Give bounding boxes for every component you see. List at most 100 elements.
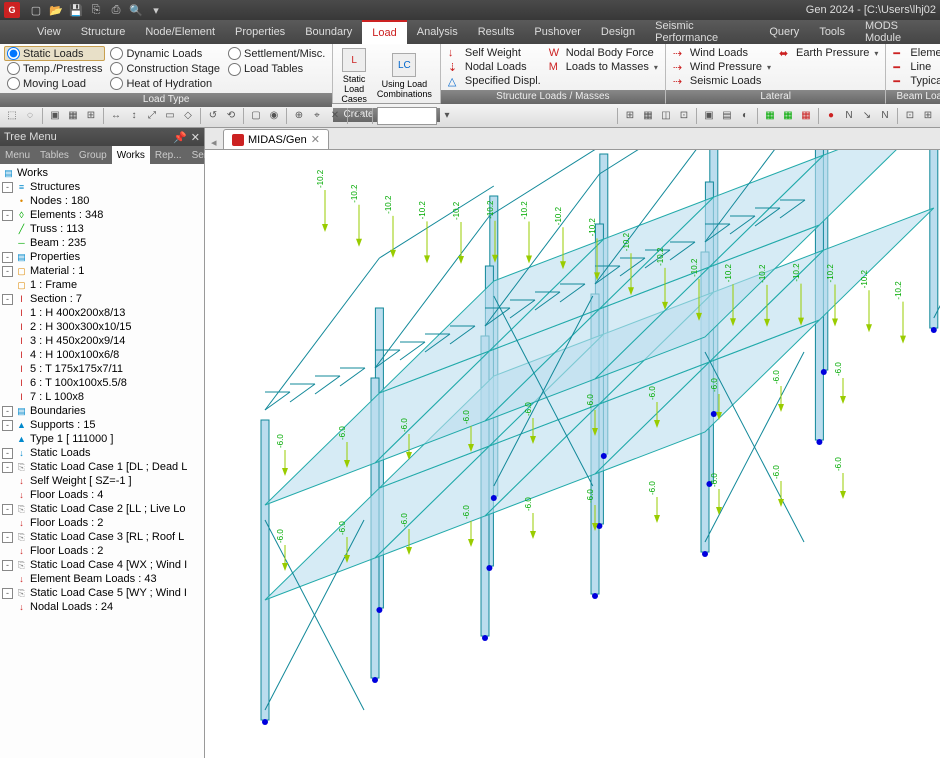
tb-icon[interactable]: ◫ [658,108,674,124]
tab-scroll-left-icon[interactable]: ◂ [211,136,223,149]
tb-icon[interactable]: ⊞ [920,108,936,124]
tb-icon[interactable]: ⬚ [4,108,20,124]
tree-tab-rep[interactable]: Rep... [150,146,187,164]
tree-load-case[interactable]: -⎘Static Load Case 1 [DL ; Dead L [2,460,202,474]
tree-load-case-child[interactable]: ↓Nodal Loads : 24 [2,600,202,614]
tb-icon[interactable]: ▣ [701,108,717,124]
earth-pressure-button[interactable]: ⬌Earth Pressure▾ [776,46,881,60]
seismic-loads-button[interactable]: ⇢Seismic Loads [670,74,774,88]
tb-icon[interactable]: ↕ [126,108,142,124]
typical-beam-button[interactable]: ━Typical [890,74,940,88]
menu-structure[interactable]: Structure [71,20,136,44]
nodal-body-force-button[interactable]: WNodal Body Force [546,46,661,60]
menu-boundary[interactable]: Boundary [295,20,362,44]
tb-icon[interactable]: ◇ [180,108,196,124]
using-load-combinations-button[interactable]: LCUsing Load Combinations [373,46,436,106]
tree-mat1[interactable]: ▢1 : Frame [2,278,202,292]
load-type-moving[interactable]: Moving Load [4,76,105,91]
tree-section-item[interactable]: I1 : H 400x200x8/13 [2,306,202,320]
tb-dropdown-icon[interactable]: ▾ [439,108,455,124]
tree-tab-works[interactable]: Works [112,146,150,164]
tb-icon[interactable]: ✕ [327,108,343,124]
tree-section-item[interactable]: I2 : H 300x300x10/15 [2,320,202,334]
tb-icon[interactable]: ⊡ [676,108,692,124]
tb-icon[interactable]: ◉ [266,108,282,124]
tb-icon[interactable]: ↺ [205,108,221,124]
static-load-cases-button[interactable]: LStatic Load Cases [337,46,371,106]
qat-preview-icon[interactable]: 🔍 [128,2,144,18]
load-type-settlement[interactable]: Settlement/Misc. [225,46,328,61]
tree-root[interactable]: ▤Works [2,166,202,180]
tb-icon[interactable]: ▢ [248,108,264,124]
tb-icon[interactable]: ▦ [780,108,796,124]
tb-icon[interactable]: ▣ [47,108,63,124]
load-type-tables[interactable]: Load Tables [225,62,328,77]
tree-section-item[interactable]: I4 : H 100x100x6/8 [2,348,202,362]
qat-print-icon[interactable]: ⎙ [108,2,124,18]
tb-icon[interactable]: ▦ [798,108,814,124]
line-beam-button[interactable]: ━Line [890,60,940,74]
close-icon[interactable]: ✕ [191,131,200,144]
tree-properties[interactable]: -▤Properties [2,250,202,264]
tree-load-case-child[interactable]: ↓Self Weight [ SZ=-1 ] [2,474,202,488]
tree-tab-group[interactable]: Group [74,146,112,164]
tree-load-case[interactable]: -⎘Static Load Case 2 [LL ; Live Lo [2,502,202,516]
tb-icon[interactable]: ⤢ [144,108,160,124]
tree-boundaries[interactable]: -▤Boundaries [2,404,202,418]
nodal-loads-button[interactable]: ⇣Nodal Loads [445,60,544,74]
tree-view[interactable]: ▤Works -≡Structures •Nodes : 180 -◊Eleme… [0,164,204,758]
pin-icon[interactable]: 📌 [173,131,187,144]
tb-record-icon[interactable]: ● [823,108,839,124]
tree-load-case[interactable]: -⎘Static Load Case 5 [WY ; Wind I [2,586,202,600]
menu-design[interactable]: Design [591,20,645,44]
menu-node-element[interactable]: Node/Element [135,20,225,44]
wind-pressure-button[interactable]: ⇢Wind Pressure▾ [670,60,774,74]
tree-load-case[interactable]: -⎘Static Load Case 3 [RL ; Roof L [2,530,202,544]
tb-icon[interactable]: ▭ [162,108,178,124]
tree-truss[interactable]: ╱Truss : 113 [2,222,202,236]
tb-icon[interactable]: ▦ [65,108,81,124]
menu-analysis[interactable]: Analysis [407,20,468,44]
menu-properties[interactable]: Properties [225,20,295,44]
menu-mods[interactable]: MODS Module [855,20,940,44]
tree-section-item[interactable]: I6 : T 100x100x5.5/8 [2,376,202,390]
tb-icon[interactable]: ↖ [352,108,368,124]
tb-icon[interactable]: ⌖ [309,108,325,124]
tree-structures[interactable]: -≡Structures [2,180,202,194]
tb-icon[interactable]: ⊕ [291,108,307,124]
load-type-static[interactable]: Static Loads [4,46,105,61]
tree-static-loads[interactable]: -↓Static Loads [2,446,202,460]
self-weight-button[interactable]: ↓Self Weight [445,46,544,60]
viewport-tab[interactable]: MIDAS/Gen ✕ [223,129,329,149]
tb-icon[interactable]: ▤ [719,108,735,124]
qat-save-icon[interactable]: 💾 [68,2,84,18]
tb-icon[interactable]: N [877,108,893,124]
load-type-construction[interactable]: Construction Stage [107,61,223,76]
qat-dropdown-icon[interactable]: ▾ [148,2,164,18]
tb-icon[interactable]: ⊞ [83,108,99,124]
tree-load-case-child[interactable]: ↓Element Beam Loads : 43 [2,572,202,586]
tb-icon[interactable]: ↘ [859,108,875,124]
specified-displ-button[interactable]: △Specified Displ. [445,74,544,88]
tree-nodes[interactable]: •Nodes : 180 [2,194,202,208]
tree-load-case-child[interactable]: ↓Floor Loads : 2 [2,544,202,558]
tab-close-icon[interactable]: ✕ [311,133,320,146]
tree-section-item[interactable]: I3 : H 450x200x9/14 [2,334,202,348]
tb-icon[interactable]: ↔ [108,108,124,124]
tb-icon[interactable]: N [841,108,857,124]
tree-elements[interactable]: -◊Elements : 348 [2,208,202,222]
load-type-temp[interactable]: Temp./Prestress [4,61,105,76]
wind-loads-button[interactable]: ⇢Wind Loads [670,46,774,60]
tree-load-case[interactable]: -⎘Static Load Case 4 [WX ; Wind I [2,558,202,572]
tree-section[interactable]: -ISection : 7 [2,292,202,306]
tb-icon[interactable]: ◐ [737,108,753,124]
load-type-dynamic[interactable]: Dynamic Loads [107,46,223,61]
menu-tools[interactable]: Tools [809,20,855,44]
tree-material[interactable]: -▢Material : 1 [2,264,202,278]
tb-icon[interactable]: ◌ [22,108,38,124]
element-beam-button[interactable]: ━Element [890,46,940,60]
menu-query[interactable]: Query [759,20,809,44]
menu-results[interactable]: Results [468,20,525,44]
tree-load-case-child[interactable]: ↓Floor Loads : 4 [2,488,202,502]
tree-tab-menu[interactable]: Menu [0,146,35,164]
